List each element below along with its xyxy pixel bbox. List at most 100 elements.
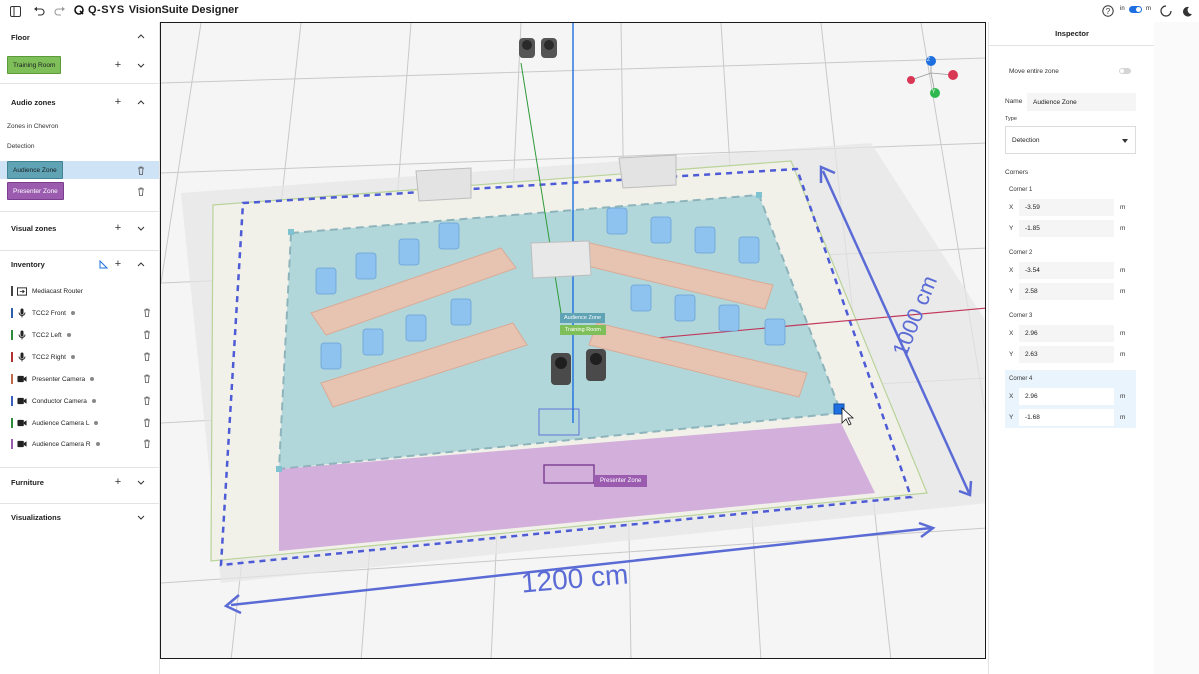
item-color-bar — [11, 308, 13, 318]
zones-group-label: Zones in Chevron — [7, 123, 59, 130]
chevron-down-icon[interactable] — [136, 512, 146, 522]
corner-4-y-input[interactable]: -1.68 — [1019, 409, 1114, 426]
inventory-item-tcc2-right[interactable]: TCC2 Right — [11, 350, 151, 364]
corner-2-x-input[interactable]: -3.54 — [1019, 262, 1114, 279]
trash-icon[interactable] — [143, 352, 151, 361]
brand: Q-SYS VisionSuite Designer — [74, 4, 239, 16]
x-label: X — [1009, 204, 1014, 211]
corner-3-x-input[interactable]: 2.96 — [1019, 325, 1114, 342]
corner-3-y-input[interactable]: 2.63 — [1019, 346, 1114, 363]
type-label: Type — [1005, 116, 1017, 122]
add-floor-button[interactable]: + — [113, 59, 123, 71]
unit-toggle[interactable] — [1129, 6, 1142, 13]
corner-1-x-input[interactable]: -3.59 — [1019, 199, 1114, 216]
inventory-item-label: Audience Camera R — [32, 440, 91, 448]
presenter-zone-pill[interactable]: Presenter Zone — [7, 182, 64, 200]
presenter-zone-tag[interactable]: Presenter Zone — [594, 475, 648, 487]
camera-icon — [17, 374, 27, 384]
x-label: X — [1009, 393, 1014, 400]
add-audio-zone-button[interactable]: + — [113, 96, 123, 108]
inventory-item-audience-camera-l[interactable]: Audience Camera L — [11, 416, 151, 430]
app-window: Q-SYS VisionSuite Designer ? in m Floor … — [0, 0, 1199, 674]
corner-handle[interactable] — [756, 192, 762, 198]
ruler-icon[interactable] — [99, 260, 108, 269]
trash-icon[interactable] — [137, 166, 145, 175]
training-room-tag[interactable]: Training Room — [560, 325, 606, 335]
camera-icon — [17, 396, 27, 406]
inventory-item-label: Conductor Camera — [32, 397, 87, 405]
unit-label: m — [1120, 267, 1126, 274]
divider — [0, 83, 160, 84]
trash-icon[interactable] — [137, 187, 145, 196]
status-dot — [70, 311, 75, 315]
floor-room-pill[interactable]: Training Room — [7, 56, 62, 74]
gizmo-neg-x-icon[interactable] — [907, 76, 915, 84]
divider — [0, 503, 160, 504]
trash-icon[interactable] — [143, 439, 151, 448]
viewport-3d[interactable]: Z Y Audience Zone Training Room Presente… — [160, 22, 986, 659]
chevron-down-icon[interactable] — [136, 477, 146, 487]
type-select[interactable]: Detection — [1005, 126, 1136, 154]
trash-icon[interactable] — [143, 396, 151, 405]
corner-4-label: Corner 4 — [1009, 376, 1033, 382]
brand-logo-text: Q-SYS — [88, 4, 125, 16]
audience-zone-tag[interactable]: Audience Zone — [560, 313, 605, 323]
app-title: VisionSuite Designer — [128, 4, 239, 16]
inventory-item-label: TCC2 Left — [32, 331, 62, 339]
unit-label: m — [1120, 330, 1126, 337]
inventory-item-mediacast-router[interactable]: Mediacast Router — [11, 284, 151, 298]
corner-1-y-input[interactable]: -1.85 — [1019, 220, 1114, 237]
chevron-up-icon[interactable] — [136, 97, 146, 107]
moon-icon[interactable] — [1180, 4, 1194, 18]
visualizations-section-title: Visualizations — [11, 513, 61, 522]
item-color-bar — [11, 352, 13, 362]
sidebar-toggle-icon[interactable] — [8, 4, 22, 18]
chevron-up-icon[interactable] — [136, 31, 146, 41]
qsys-logo-icon — [74, 5, 84, 15]
mic-icon — [17, 330, 27, 340]
chevron-up-icon[interactable] — [136, 259, 146, 269]
inventory-item-presenter-camera[interactable]: Presenter Camera — [11, 372, 151, 386]
name-input[interactable]: Audience Zone — [1027, 93, 1136, 111]
trash-icon[interactable] — [143, 418, 151, 427]
type-select-value: Detection — [1012, 136, 1040, 144]
unit-label: m — [1120, 204, 1126, 211]
undo-icon[interactable] — [32, 4, 46, 18]
trash-icon[interactable] — [143, 308, 151, 317]
inventory-item-conductor-camera[interactable]: Conductor Camera — [11, 394, 151, 408]
x-label: X — [1009, 267, 1014, 274]
add-inventory-button[interactable]: + — [113, 258, 123, 270]
status-dot — [66, 333, 71, 337]
corner-2-y-input[interactable]: 2.58 — [1019, 283, 1114, 300]
item-color-bar — [11, 439, 13, 449]
corner-3-label: Corner 3 — [1009, 313, 1033, 319]
inventory-item-tcc2-left[interactable]: TCC2 Left — [11, 328, 151, 342]
corner-4-x-input[interactable]: 2.96 — [1019, 388, 1114, 405]
move-entire-zone-toggle[interactable] — [1119, 68, 1131, 74]
chevron-down-icon[interactable] — [136, 60, 146, 70]
gizmo-x-icon[interactable] — [948, 70, 958, 80]
trash-icon[interactable] — [143, 374, 151, 383]
add-furniture-button[interactable]: + — [113, 476, 123, 488]
inventory-item-label: Mediacast Router — [32, 287, 83, 295]
add-visual-zone-button[interactable]: + — [113, 222, 123, 234]
unit-label: m — [1120, 288, 1126, 295]
chevron-down-icon[interactable] — [136, 223, 146, 233]
share-icon[interactable] — [1159, 4, 1173, 18]
top-bar: Q-SYS VisionSuite Designer ? in m — [0, 0, 1199, 22]
audience-zone-pill[interactable]: Audience Zone — [7, 161, 63, 179]
divider — [0, 250, 160, 251]
corner-handle[interactable] — [276, 466, 282, 472]
inventory-item-audience-camera-r[interactable]: Audience Camera R — [11, 437, 151, 451]
status-dot — [94, 421, 99, 425]
mic-icon — [17, 308, 27, 318]
inventory-item-tcc2-front[interactable]: TCC2 Front — [11, 306, 151, 320]
trash-icon[interactable] — [143, 330, 151, 339]
redo-icon[interactable] — [53, 4, 67, 18]
corner-handle[interactable] — [288, 229, 294, 235]
help-icon[interactable]: ? — [1101, 4, 1115, 18]
display-box — [618, 154, 677, 189]
unit-label: m — [1120, 393, 1126, 400]
camera-icon — [17, 418, 27, 428]
y-label: Y — [1009, 351, 1014, 358]
